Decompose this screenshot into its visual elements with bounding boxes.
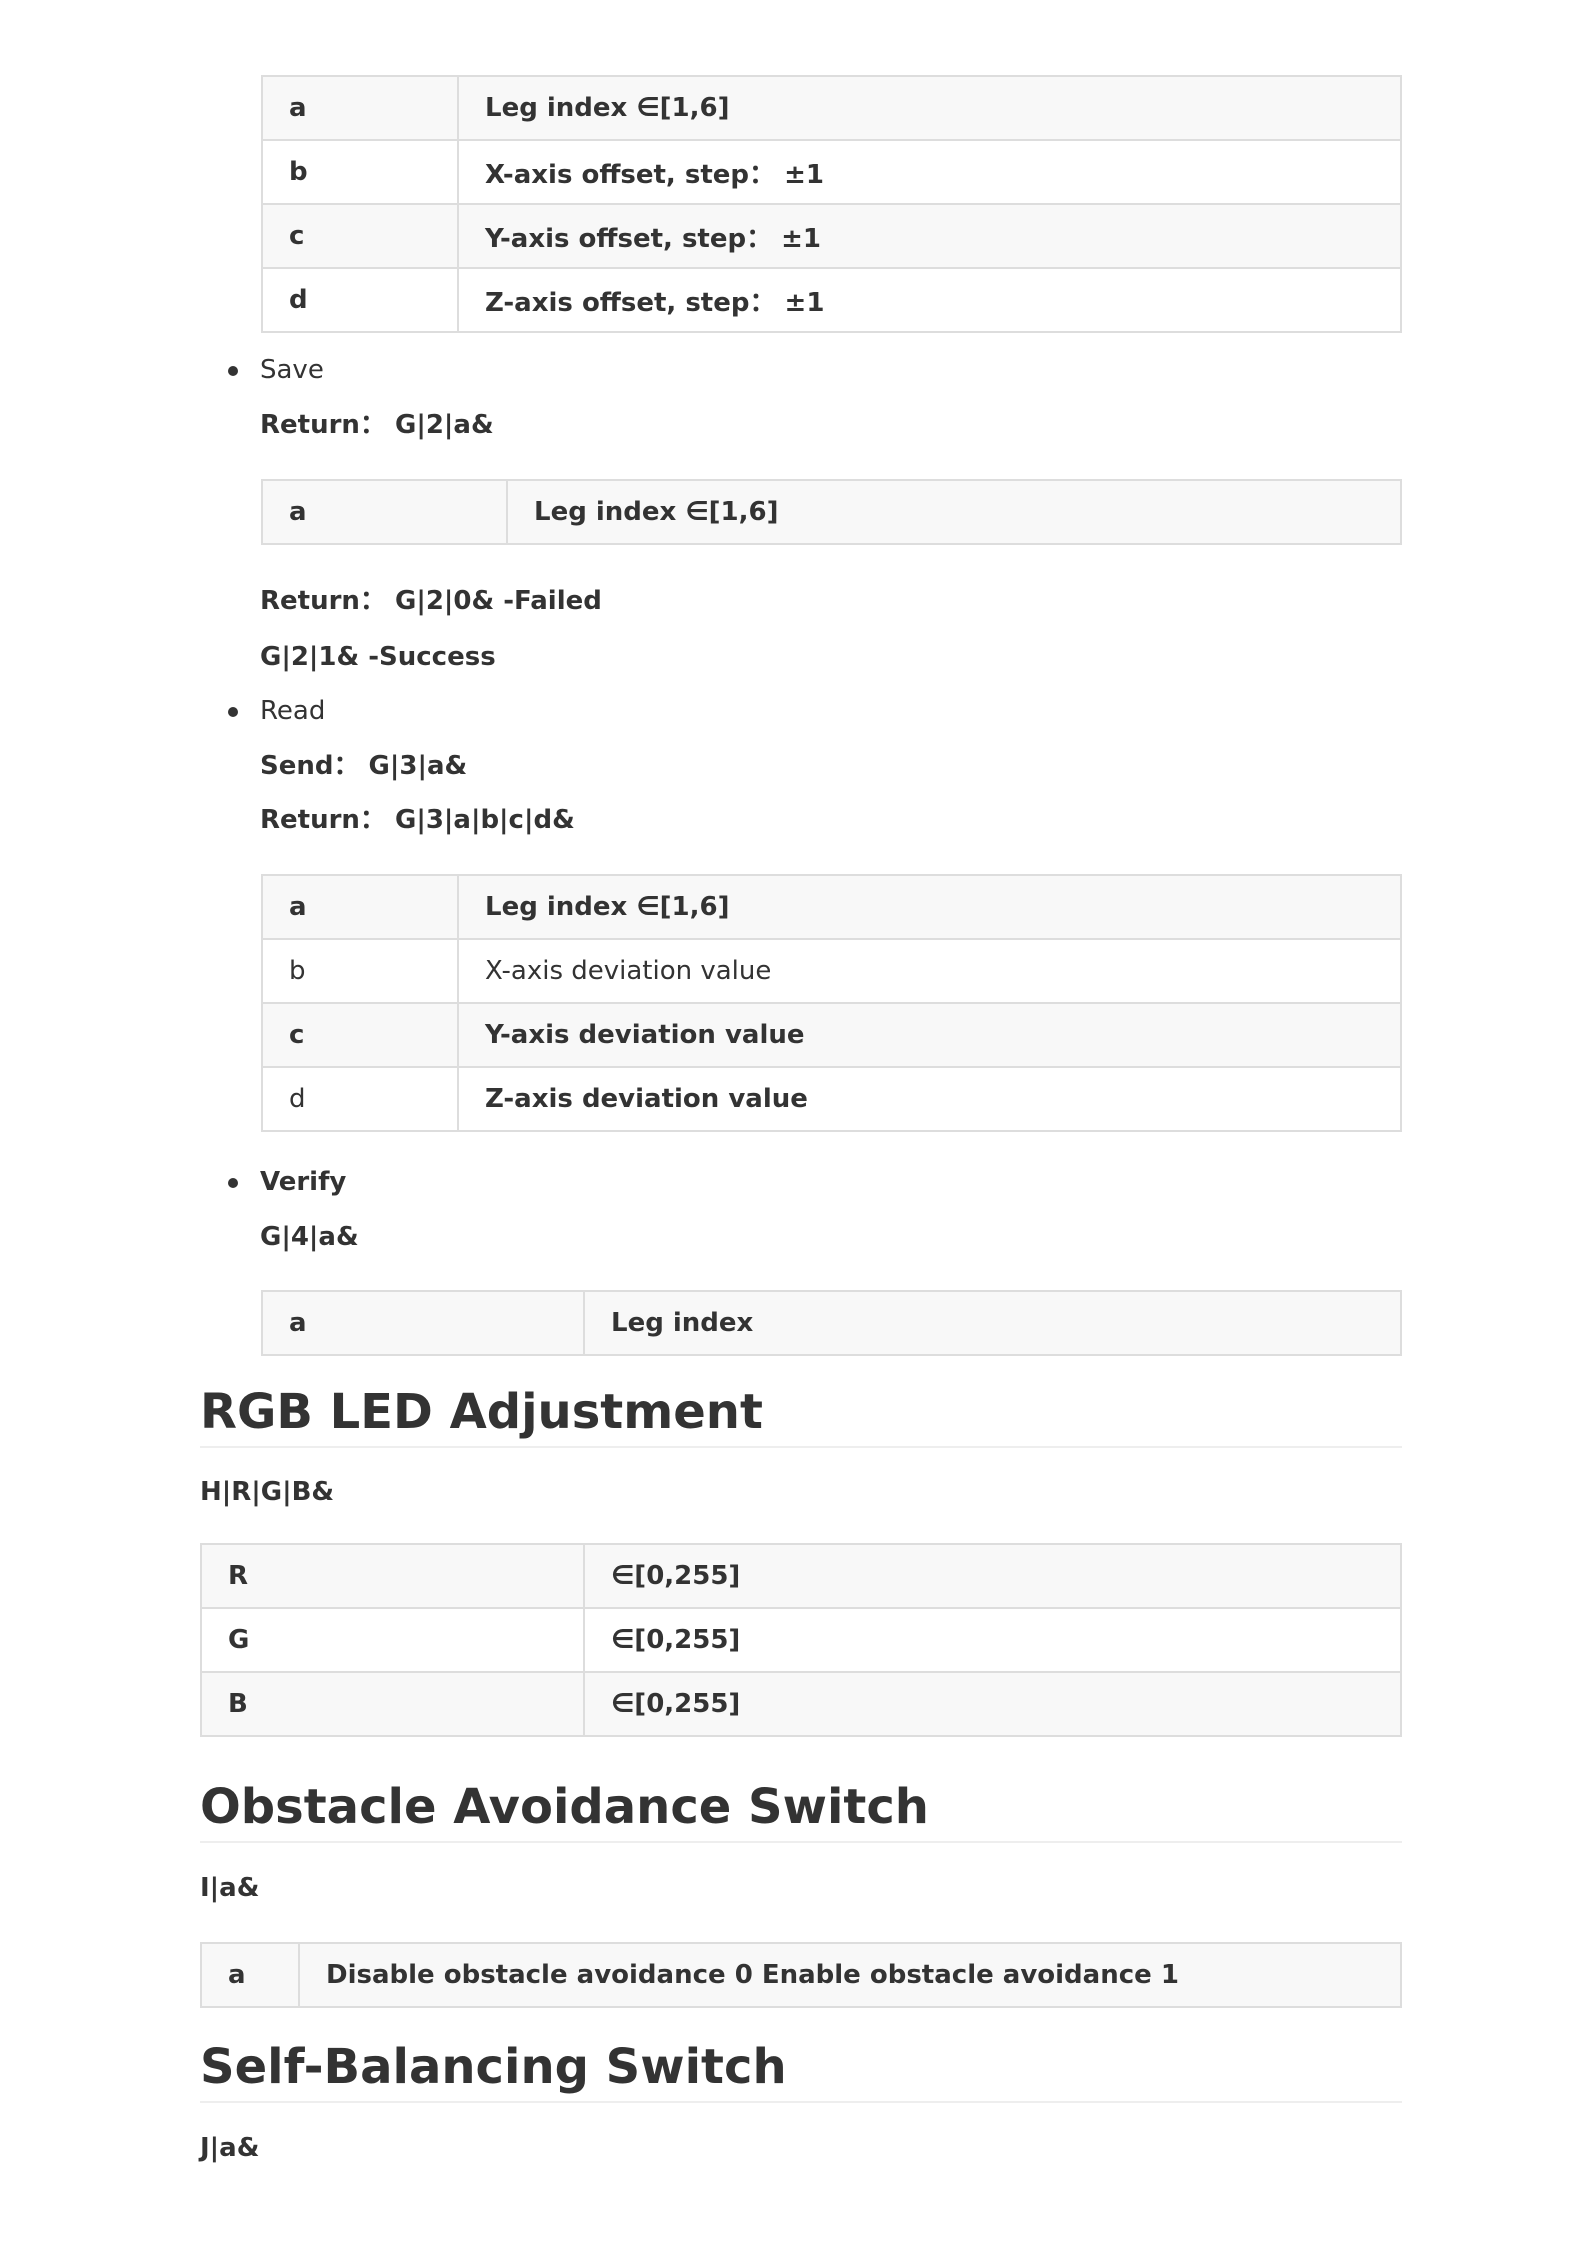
table-row: a Disable obstacle avoidance 0 Enable ob… bbox=[200, 1942, 1402, 2008]
verify-command: G|4|a& bbox=[260, 1222, 359, 1252]
verify-item-label: Verify bbox=[260, 1167, 347, 1197]
table-cell-key: c bbox=[261, 203, 459, 269]
table-cell-value: ∈[0,255] bbox=[583, 1671, 1402, 1737]
read-return-line: Return： G|3|a|b|c|d& bbox=[260, 805, 575, 835]
table-cell-value: Disable obstacle avoidance 0 Enable obst… bbox=[298, 1942, 1402, 2008]
save-item-label: Save bbox=[260, 355, 324, 385]
obstacle-avoidance-heading: Obstacle Avoidance Switch bbox=[200, 1779, 1402, 1843]
read-send-line: Send： G|3|a& bbox=[260, 751, 468, 781]
obstacle-parameter-table: a Disable obstacle avoidance 0 Enable ob… bbox=[200, 1942, 1402, 2008]
table-cell-key: a bbox=[200, 1942, 300, 2008]
rgb-parameter-table: R ∈[0,255] G ∈[0,255] B ∈[0,255] bbox=[200, 1543, 1402, 1737]
table-row: a Leg index ∈[1,6] bbox=[261, 75, 1402, 141]
save-parameter-table: a Leg index ∈[1,6] bbox=[261, 479, 1402, 545]
table-cell-key: d bbox=[261, 267, 459, 333]
table-row: b X-axis deviation value bbox=[261, 938, 1402, 1004]
self-balancing-heading: Self-Balancing Switch bbox=[200, 2039, 1402, 2103]
table-row: c Y-axis offset, step： ±1 bbox=[261, 203, 1402, 269]
table-cell-value: Y-axis deviation value bbox=[457, 1002, 1402, 1068]
table-row: d Z-axis deviation value bbox=[261, 1066, 1402, 1132]
list-bullet bbox=[228, 707, 238, 717]
table-cell-value: ∈[0,255] bbox=[583, 1607, 1402, 1673]
table-row: a Leg index bbox=[261, 1290, 1402, 1356]
rgb-led-heading: RGB LED Adjustment bbox=[200, 1384, 1402, 1448]
table-cell-key: b bbox=[261, 139, 459, 205]
read-item-label: Read bbox=[260, 696, 326, 726]
table-cell-key: a bbox=[261, 1290, 585, 1356]
table-cell-key: a bbox=[261, 479, 508, 545]
table-cell-key: B bbox=[200, 1671, 585, 1737]
table-cell-value: X-axis offset, step： ±1 bbox=[457, 139, 1402, 205]
table-row: B ∈[0,255] bbox=[200, 1671, 1402, 1737]
table-cell-key: a bbox=[261, 75, 459, 141]
table-cell-value: Z-axis deviation value bbox=[457, 1066, 1402, 1132]
table-cell-value: X-axis deviation value bbox=[457, 938, 1402, 1004]
table-row: c Y-axis deviation value bbox=[261, 1002, 1402, 1068]
table-row: a Leg index ∈[1,6] bbox=[261, 479, 1402, 545]
table-cell-key: a bbox=[261, 874, 459, 940]
table-cell-value: Y-axis offset, step： ±1 bbox=[457, 203, 1402, 269]
table-row: d Z-axis offset, step： ±1 bbox=[261, 267, 1402, 333]
obstacle-command: I|a& bbox=[200, 1873, 260, 1903]
table-cell-value: Leg index ∈[1,6] bbox=[506, 479, 1402, 545]
self-balancing-command: J|a& bbox=[200, 2133, 260, 2163]
list-bullet bbox=[228, 366, 238, 376]
table-row: b X-axis offset, step： ±1 bbox=[261, 139, 1402, 205]
save-return-failed: Return： G|2|0& -Failed bbox=[260, 586, 602, 616]
table-row: R ∈[0,255] bbox=[200, 1543, 1402, 1609]
list-bullet bbox=[228, 1178, 238, 1188]
verify-parameter-table: a Leg index bbox=[261, 1290, 1402, 1356]
table-cell-key: d bbox=[261, 1066, 459, 1132]
rgb-command: H|R|G|B& bbox=[200, 1477, 335, 1507]
calibration-offset-table: a Leg index ∈[1,6] b X-axis offset, step… bbox=[261, 75, 1402, 333]
save-return-line: Return： G|2|a& bbox=[260, 410, 494, 440]
table-row: a Leg index ∈[1,6] bbox=[261, 874, 1402, 940]
read-parameter-table: a Leg index ∈[1,6] b X-axis deviation va… bbox=[261, 874, 1402, 1132]
table-cell-value: Leg index bbox=[583, 1290, 1402, 1356]
table-cell-value: ∈[0,255] bbox=[583, 1543, 1402, 1609]
table-cell-key: b bbox=[261, 938, 459, 1004]
table-cell-key: c bbox=[261, 1002, 459, 1068]
table-row: G ∈[0,255] bbox=[200, 1607, 1402, 1673]
table-cell-key: R bbox=[200, 1543, 585, 1609]
table-cell-key: G bbox=[200, 1607, 585, 1673]
save-return-success: G|2|1& -Success bbox=[260, 642, 496, 672]
table-cell-value: Z-axis offset, step： ±1 bbox=[457, 267, 1402, 333]
table-cell-value: Leg index ∈[1,6] bbox=[457, 75, 1402, 141]
table-cell-value: Leg index ∈[1,6] bbox=[457, 874, 1402, 940]
